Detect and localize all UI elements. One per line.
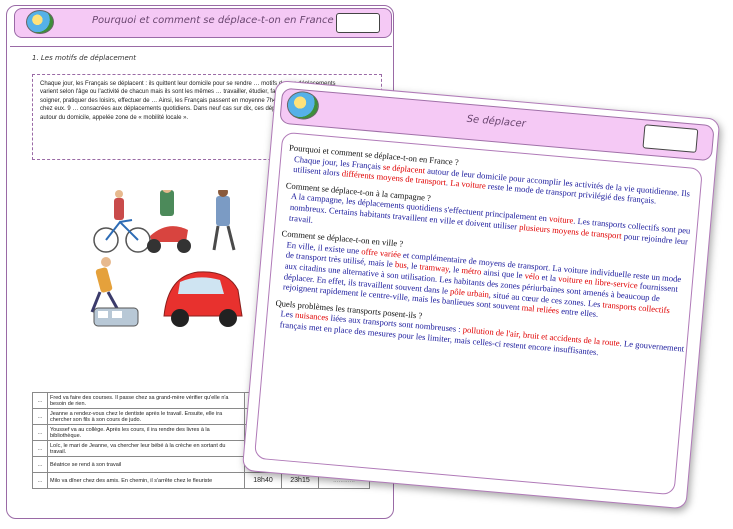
table-cell: 18h40 [244,472,282,489]
card-body: Pourquoi et comment se déplace-t-on en F… [273,142,700,365]
lesson-card: Se déplacer Pourquoi et comment se dépla… [241,80,721,510]
table-cell: Jeanne a rendez-vous chez le dentiste ap… [47,408,245,425]
scooter-figure [147,190,191,253]
pedestrian-figure [212,190,236,251]
tram-figure [93,307,139,327]
table-cell: Youssef va au collège. Après les cours, … [47,424,245,441]
globe-logo-icon [26,10,54,34]
answer-text: Les [280,308,296,320]
table-cell: … [32,392,48,409]
highlighted-term: vélo [524,270,540,283]
worksheet-score-box [336,13,380,33]
table-cell: … [32,440,48,457]
table-cell: Loïc, le mari de Jeanne, va chercher leu… [47,440,245,457]
card-score-box [642,124,699,153]
table-cell: Fred va faire des courses. Il passe chez… [47,392,245,409]
highlighted-term: mal reliées [521,302,560,316]
worksheet-section-heading: 1. Les motifs de déplacement [32,54,136,62]
table-cell: … [32,424,48,441]
table-cell: … [32,456,48,473]
table-cell: … [32,472,48,489]
table-cell: … [32,408,48,425]
answer-text: entre elles. [558,305,599,320]
worksheet-title: Pourquoi et comment se déplace-t-on en F… [92,15,343,26]
answer-text: , le [406,260,420,272]
car-figure [163,271,243,327]
highlighted-term: bus [394,259,408,271]
table-cell: Béatrice se rend à son travail [47,456,245,473]
running-figure [90,257,120,313]
highlighted-term: La voiture [449,177,487,191]
table-cell: Milo va dîner chez des amis. En chemin, … [47,472,245,489]
highlighted-term: transports collectifs [602,298,671,315]
worksheet-divider [10,46,392,47]
bicycle-figure [93,190,151,253]
